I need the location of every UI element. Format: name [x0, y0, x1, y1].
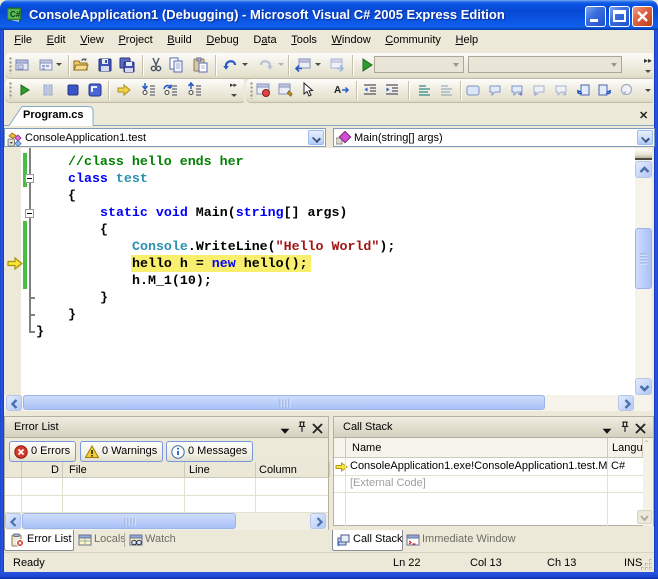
svg-text:C#: C#	[10, 10, 21, 19]
svg-text:A: A	[334, 85, 341, 96]
